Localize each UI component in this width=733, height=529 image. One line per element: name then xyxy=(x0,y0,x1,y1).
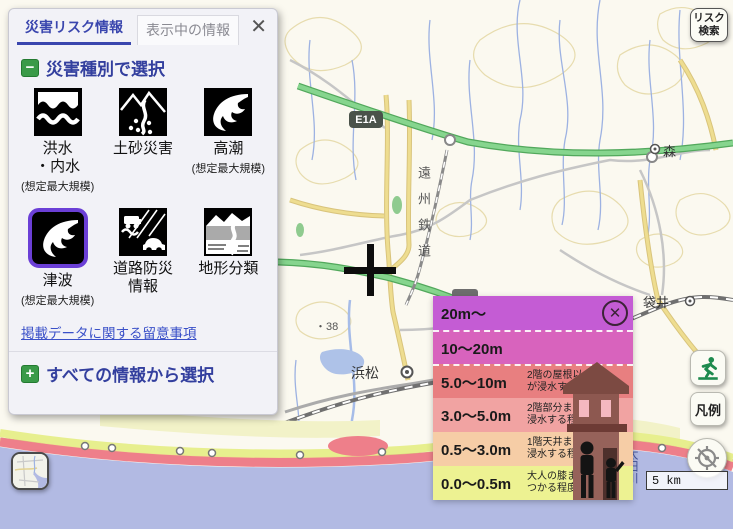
data-notes-link[interactable]: 掲載データに関する留意事項 xyxy=(21,322,265,342)
section-title: 災害種別で選択 xyxy=(46,55,165,80)
running-person-icon xyxy=(695,355,721,381)
expand-icon[interactable]: + xyxy=(21,365,39,383)
section-select-by-type[interactable]: − 災害種別で選択 xyxy=(9,45,277,86)
panel-tab-bar: 災害リスク情報 表示中の情報 ✕ xyxy=(9,9,277,45)
panel-close-icon[interactable]: ✕ xyxy=(250,17,267,37)
collapse-icon[interactable]: − xyxy=(21,59,39,77)
legend-row: 10〜20m xyxy=(433,330,633,364)
disaster-type-road-info[interactable]: 道路防災 情報 xyxy=(100,208,185,320)
disaster-type-storm-surge[interactable]: 高潮 (想定最大規模) xyxy=(186,88,271,200)
tab-disaster-risk-info[interactable]: 災害リスク情報 xyxy=(17,13,131,45)
disaster-type-grid: 洪水 ・内水 (想定最大規模) 土砂災害 xyxy=(9,86,277,320)
legend-row: 5.0〜10m 2階の屋根以上 が浸水する xyxy=(433,364,633,398)
storm-surge-icon xyxy=(204,88,252,136)
landslide-icon xyxy=(119,88,167,136)
flood-icon xyxy=(34,88,82,136)
tsunami-depth-legend: 20m〜 10〜20m 5.0〜10m 2階の屋根以上 が浸水する 3.0〜5.… xyxy=(433,296,633,500)
section-select-from-all[interactable]: + すべての情報から選択 xyxy=(9,351,277,392)
map-scale-bar: 5 km xyxy=(646,471,728,490)
road-disaster-icon xyxy=(119,208,167,256)
disaster-type-landslide[interactable]: 土砂災害 xyxy=(100,88,185,200)
disaster-type-terrain[interactable]: 地形分類 xyxy=(186,208,271,320)
gps-target-icon xyxy=(693,444,721,472)
risk-search-button[interactable]: リスク 検索 xyxy=(690,8,728,42)
evacuation-site-button[interactable] xyxy=(690,350,726,386)
legend-row: 3.0〜5.0m 2階部分まで 浸水する程度 xyxy=(433,398,633,432)
legend-row: 0.5〜3.0m 1階天井まで 浸水する程度 xyxy=(433,432,633,466)
minimap-thumbnail xyxy=(13,454,47,488)
terrain-icon xyxy=(204,208,252,256)
legend-row: 0.0〜0.5m 大人の膝まで つかる程度 xyxy=(433,466,633,500)
overview-map-button[interactable] xyxy=(11,452,49,490)
legend-close-icon[interactable]: ✕ xyxy=(602,300,628,326)
disaster-type-tsunami[interactable]: 津波 (想定最大規模) xyxy=(15,208,100,320)
disaster-risk-panel: 災害リスク情報 表示中の情報 ✕ − 災害種別で選択 洪水 ・内水 (想定最大規… xyxy=(8,8,278,415)
disaster-type-flood[interactable]: 洪水 ・内水 (想定最大規模) xyxy=(15,88,100,200)
tsunami-icon xyxy=(34,214,82,262)
section-title: すべての情報から選択 xyxy=(46,361,214,386)
legend-toggle-button[interactable]: 凡例 xyxy=(690,392,726,426)
hazard-map-app: E1A 森 袋井 浜松 ・38 太田川 遠州鉄道 災害リスク情報 表示中の情報 … xyxy=(0,0,733,529)
route-badge-e1a: E1A xyxy=(349,111,383,128)
tab-displayed-info[interactable]: 表示中の情報 xyxy=(137,15,239,45)
